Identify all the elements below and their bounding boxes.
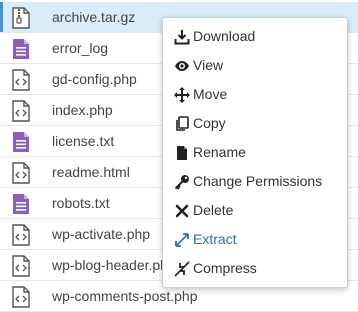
archive-file-icon — [12, 7, 30, 29]
file-name: wp-comments-post.php — [52, 288, 198, 304]
code-file-icon — [12, 224, 30, 246]
file-name: gd-config.php — [52, 71, 137, 87]
menu-item-move[interactable]: Move — [163, 80, 347, 109]
menu-item-extract[interactable]: Extract — [163, 225, 347, 254]
code-file-icon — [12, 162, 30, 184]
menu-item-delete[interactable]: Delete — [163, 196, 347, 225]
menu-item-label: Rename — [193, 144, 246, 160]
eye-icon — [175, 61, 189, 71]
file-name: archive.tar.gz — [52, 9, 136, 25]
menu-item-compress[interactable]: Compress — [163, 254, 347, 283]
move-arrows-icon — [174, 87, 190, 103]
text-file-icon — [13, 39, 29, 59]
menu-item-label: Compress — [193, 260, 257, 276]
file-name: wp-activate.php — [52, 226, 151, 242]
file-name: wp-blog-header.php — [52, 257, 176, 273]
rename-file-icon — [177, 146, 187, 160]
code-file-icon — [12, 286, 30, 308]
menu-item-label: Change Permissions — [193, 173, 323, 189]
menu-item-rename[interactable]: Rename — [163, 138, 347, 167]
menu-item-label: Extract — [193, 231, 237, 247]
file-name: license.txt — [52, 133, 115, 149]
code-file-icon — [12, 255, 30, 277]
file-name: error_log — [52, 40, 109, 56]
delete-x-icon — [175, 204, 189, 218]
menu-item-change-permissions[interactable]: Change Permissions — [163, 167, 347, 196]
file-name: readme.html — [52, 164, 130, 180]
copy-icon — [176, 116, 189, 131]
context-menu: Download View Move Copy Rename Change Pe… — [162, 17, 348, 288]
menu-item-label: Download — [193, 28, 256, 44]
file-name: index.php — [52, 102, 113, 118]
file-name: robots.txt — [52, 195, 110, 211]
menu-item-label: Move — [193, 86, 228, 102]
menu-item-label: View — [193, 57, 224, 73]
download-icon — [174, 30, 190, 45]
menu-item-label: Copy — [193, 115, 226, 131]
menu-item-copy[interactable]: Copy — [163, 109, 347, 138]
extract-arrows-icon — [175, 233, 189, 247]
compress-arrows-icon — [174, 261, 190, 277]
menu-item-view[interactable]: View — [163, 51, 347, 80]
code-file-icon — [12, 69, 30, 91]
text-file-icon — [13, 194, 29, 214]
menu-item-label: Delete — [193, 202, 234, 218]
code-file-icon — [12, 100, 30, 122]
text-file-icon — [13, 132, 29, 152]
menu-item-download[interactable]: Download — [163, 22, 347, 51]
key-icon — [174, 175, 189, 190]
